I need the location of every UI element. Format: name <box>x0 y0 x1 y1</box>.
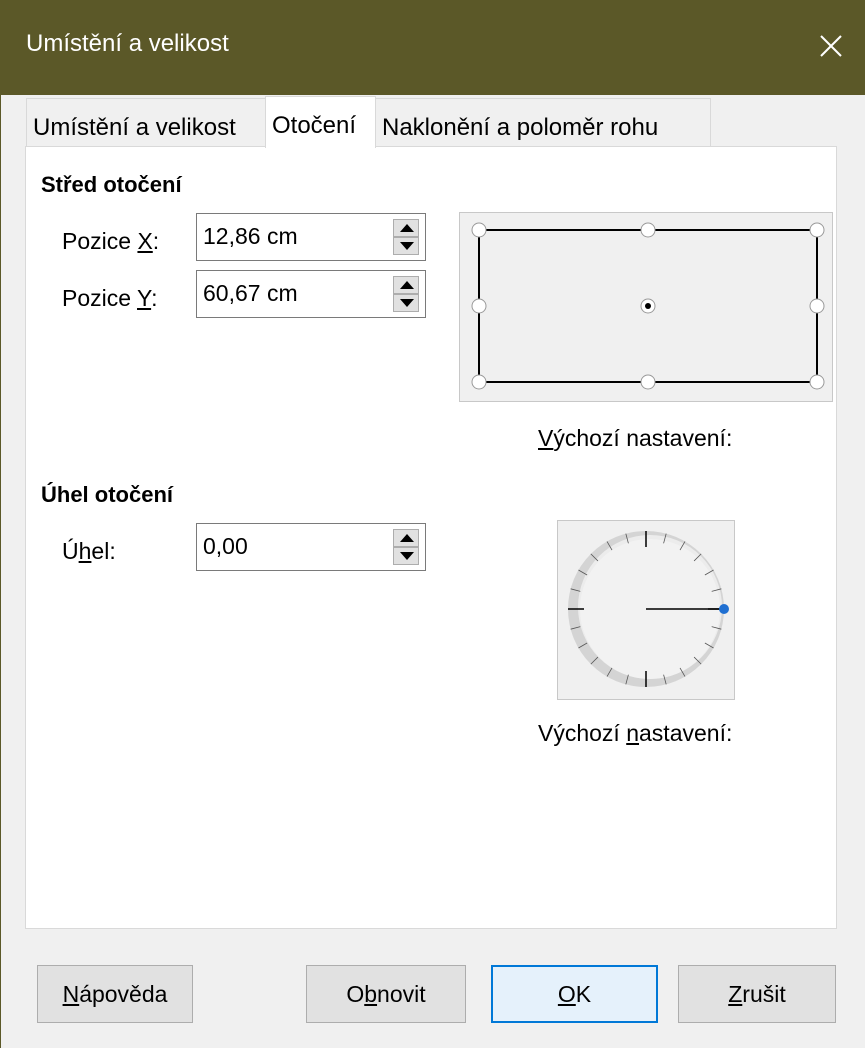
pos-y-decrement-button[interactable] <box>393 294 419 312</box>
anchor-top-left <box>471 222 487 238</box>
arrow-down-icon <box>400 299 414 307</box>
anchor-middle-right <box>809 298 825 314</box>
rotation-center-heading: Střed otočení <box>41 172 182 197</box>
pos-y-spinbox[interactable]: 60,67 cm <box>196 270 426 318</box>
arrow-down-icon <box>400 552 414 560</box>
rotation-angle-heading: Úhel otočení <box>41 482 174 507</box>
anchor-bottom-center <box>640 374 656 390</box>
cancel-button[interactable]: Zrušit <box>678 965 836 1023</box>
tab-rotation[interactable]: Otočení <box>265 96 376 148</box>
pos-y-value: 60,67 cm <box>203 280 298 306</box>
pos-x-increment-button[interactable] <box>393 219 419 237</box>
anchor-center-selected-dot <box>645 303 651 309</box>
arrow-up-icon <box>400 534 414 542</box>
rotation-angle-dial[interactable] <box>557 520 735 700</box>
arrow-up-icon <box>400 224 414 232</box>
angle-spinbox[interactable]: 0,00 <box>196 523 426 571</box>
window-title: Umístění a velikost <box>26 30 229 57</box>
arrow-down-icon <box>400 242 414 250</box>
angle-value: 0,00 <box>203 533 248 559</box>
reset-button[interactable]: Ob novit <box>306 965 466 1023</box>
pos-y-label: Pozice Y: <box>62 285 158 311</box>
anchor-middle-left <box>471 298 487 314</box>
anchor-top-center <box>640 222 656 238</box>
pos-x-decrement-button[interactable] <box>393 237 419 255</box>
title-bar: Umístění a velikost <box>0 0 865 95</box>
rotation-center-picker[interactable] <box>459 212 833 402</box>
anchor-bottom-right <box>809 374 825 390</box>
tab-label: Otočení <box>272 112 357 139</box>
pos-x-spinbox[interactable]: 12,86 cm <box>196 213 426 261</box>
ok-button[interactable]: OK <box>491 965 658 1023</box>
angle-decrement-button[interactable] <box>393 547 419 565</box>
window-border <box>0 95 1 1048</box>
tab-slant-corner-radius[interactable]: Naklonění a poloměr rohu <box>375 98 711 146</box>
anchor-bottom-left <box>471 374 487 390</box>
anchor-top-right <box>809 222 825 238</box>
help-button[interactable]: Nápověda <box>37 965 193 1023</box>
tab-position-size[interactable]: Umístění a velikost <box>26 98 266 146</box>
pos-x-label: Pozice X: <box>62 228 160 254</box>
close-icon[interactable] <box>811 26 851 66</box>
arrow-up-icon <box>400 281 414 289</box>
rotation-angle-defaults-label: Výchozí nastavení: <box>538 720 733 746</box>
pos-x-value: 12,86 cm <box>203 223 298 249</box>
rotation-center-defaults-label: Výchozí nastavení: <box>538 425 733 451</box>
angle-label: Úhel: <box>62 538 116 564</box>
pos-y-increment-button[interactable] <box>393 276 419 294</box>
anchor-points <box>471 222 825 390</box>
angle-increment-button[interactable] <box>393 529 419 547</box>
dial-handle <box>719 604 729 614</box>
